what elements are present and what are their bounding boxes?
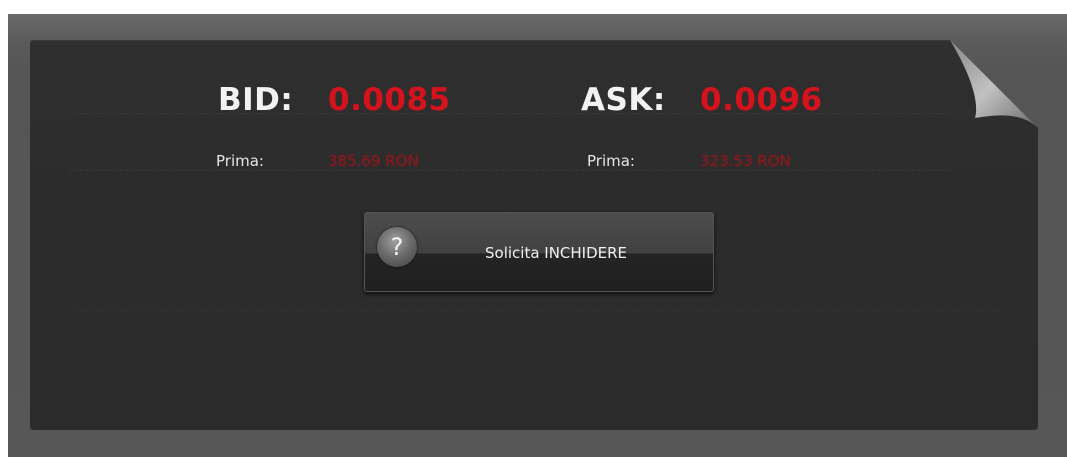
bid-label: BID: (218, 82, 294, 118)
request-close-button[interactable]: ? Solicita INCHIDERE (364, 212, 714, 292)
ask-label: ASK: (581, 82, 666, 118)
bid-value: 0.0085 (328, 82, 451, 118)
ask-premium-value: 323.53 RON (700, 152, 791, 170)
question-icon: ? (377, 227, 417, 267)
bid-premium-value: 385.69 RON (328, 152, 419, 170)
premium-divider (70, 170, 950, 171)
button-divider (70, 310, 1000, 311)
ask-premium-label: Prima: (587, 152, 635, 170)
bid-premium-label: Prima: (216, 152, 264, 170)
page-curl-icon (950, 40, 1038, 128)
request-close-label: Solicita INCHIDERE (485, 244, 628, 262)
ask-value: 0.0096 (700, 82, 823, 118)
